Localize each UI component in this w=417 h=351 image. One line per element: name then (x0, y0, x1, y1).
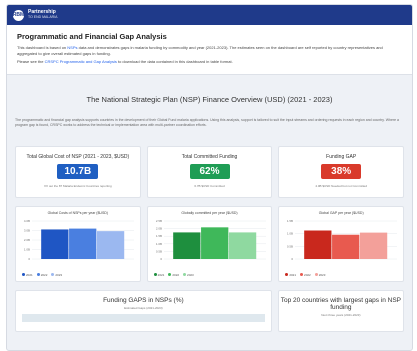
panel-subtitle: Estimated Gaps (2021-2023) (124, 305, 163, 310)
intro-section: Programmatic and Financial Gap Analysis … (7, 25, 412, 75)
bar-2023[interactable] (96, 230, 125, 259)
y-tick-label: 0.5B (156, 249, 162, 253)
bar-2023[interactable] (228, 231, 256, 259)
bottom-panels: Funding GAPS in NSPs (%) Estimated Gaps … (15, 289, 404, 332)
y-tick-label: 2.5B (156, 219, 162, 223)
intro-text-2a: Please see the (17, 59, 44, 64)
crspc-gap-analysis-link[interactable]: CRSPC Programmatic and Gap Analysis (45, 59, 117, 64)
legend-item: 2021 (285, 273, 296, 277)
y-tick-label: 2.0B (24, 238, 30, 242)
top-countries-panel[interactable]: Top 20 countries with largest gaps in NS… (277, 289, 404, 332)
y-tick-label: 4.0B (24, 219, 30, 223)
legend-item: 2021 (153, 273, 164, 277)
chart-globally-committed[interactable]: Globally committed per year ($USD) 2.5B 2… (146, 205, 273, 282)
kpi-subtitle: 6.7B $USD Committed (194, 183, 225, 188)
kpi-value: 38% (321, 163, 362, 179)
y-tick-label: 2.0B (156, 226, 162, 230)
chart-legend: 2021 2022 2023 (22, 273, 62, 277)
y-tick-label: 1.0B (287, 231, 293, 235)
dashboard-page: RBM Partnership TO END MALARIA Programma… (6, 4, 413, 351)
y-tick-label: 0.5B (287, 244, 293, 248)
legend-item: 2023 (51, 273, 62, 277)
page-title: Programmatic and Financial Gap Analysis (17, 32, 167, 41)
y-tick-label: 3.0B (24, 228, 30, 232)
kpi-total-cost: Total Global Cost of NSP (2021 - 2023, $… (15, 145, 141, 198)
bar-2021[interactable] (172, 231, 201, 259)
panel-title: Funding GAPS in NSPs (%) (103, 296, 184, 304)
intro-paragraph-1: This dashboard is based on NSPs data and… (17, 45, 402, 56)
chart-title: Global Costs of NSPs per year ($USD) (47, 210, 108, 215)
bar-2021[interactable] (41, 228, 69, 259)
kpi-subtitle: XX out the 87 Malaria Endemic Countries … (43, 183, 112, 188)
kpi-value: 62% (189, 163, 230, 179)
kpi-title: Total Committed Funding (181, 153, 238, 160)
chart-svg: 1.5B 1.0B 0.5B 0 (287, 219, 398, 261)
y-tick-label: 1.0B (156, 241, 162, 245)
bar-2022[interactable] (332, 234, 360, 259)
chart-svg: 2.5B 2.0B 1.5B 1.0B 0.5B 0 (156, 219, 266, 261)
legend-item: 2023 (314, 273, 325, 277)
y-tick-label: 0 (160, 257, 162, 261)
overview-description: The programmatic and financial gap analy… (15, 117, 399, 127)
legend-item: 2022 (36, 273, 47, 277)
kpi-title: Total Global Cost of NSP (2021 - 2023, $… (26, 153, 130, 160)
chart-global-costs[interactable]: Global Costs of NSPs per year ($USD) 4.0… (15, 205, 141, 282)
kpi-subtitle: 4.0B $USD Needed but not Committed (315, 183, 368, 188)
nsps-link[interactable]: NSPs (67, 45, 77, 50)
intro-text-2b: to download the data contained in this d… (117, 59, 233, 64)
chart-legend: 2021 2022 2023 (285, 273, 325, 277)
bar-2021[interactable] (304, 230, 332, 259)
panel-title: Top 20 countries with largest gaps in NS… (280, 296, 402, 311)
chart-svg: 4.0B 3.0B 2.0B 1.0B 0 (24, 219, 134, 261)
funding-gaps-map-panel[interactable]: Funding GAPS in NSPs (%) Estimated Gaps … (15, 289, 272, 332)
y-tick-label: 1.5B (287, 219, 293, 223)
chart-title: Globally committed per year ($USD) (181, 210, 238, 215)
map-preview[interactable] (22, 313, 265, 322)
y-tick-label: 1.5B (156, 234, 162, 238)
bar-2022[interactable] (69, 228, 97, 259)
panel-subtitle: Next three years (2021-2023) (321, 312, 361, 317)
intro-text-1a: This dashboard is based on (17, 45, 67, 50)
bar-2023[interactable] (360, 232, 388, 259)
y-tick-label: 0 (28, 257, 30, 261)
chart-global-gap[interactable]: Global GAP per year ($USD) 1.5B 1.0B 0.5B 0… (278, 205, 405, 282)
legend-item: 2022 (300, 273, 311, 277)
kpi-title: Funding GAP (326, 153, 357, 160)
kpi-row: Total Global Cost of NSP (2021 - 2023, $… (15, 145, 405, 198)
y-tick-label: 1.0B (24, 247, 30, 251)
chart-title: Global GAP per year ($USD) (318, 210, 364, 215)
legend-item: 2023 (183, 273, 194, 277)
logo-subtitle: TO END MALARIA (28, 15, 58, 19)
intro-paragraph-2: Please see the CRSPC Programmatic and Ga… (17, 59, 402, 65)
logo-text: Partnership TO END MALARIA (28, 10, 58, 20)
kpi-committed-funding: Total Committed Funding 62% 6.7B $USD Co… (146, 145, 273, 198)
kpi-value: 10.7B (57, 163, 99, 179)
legend-item: 2021 (22, 273, 33, 277)
overview-title: The National Strategic Plan (NSP) Financ… (86, 94, 333, 104)
bar-2022[interactable] (200, 226, 229, 259)
y-tick-label: 0 (292, 257, 294, 261)
legend-item: 2022 (168, 273, 179, 277)
rbm-logo-icon[interactable]: RBM (13, 9, 24, 21)
top-navbar: RBM Partnership TO END MALARIA (7, 5, 412, 25)
chart-legend: 2021 2022 2023 (153, 273, 194, 277)
kpi-funding-gap: Funding GAP 38% 4.0B $USD Needed but not… (278, 145, 405, 198)
charts-row: Global Costs of NSPs per year ($USD) 4.0… (15, 205, 405, 282)
